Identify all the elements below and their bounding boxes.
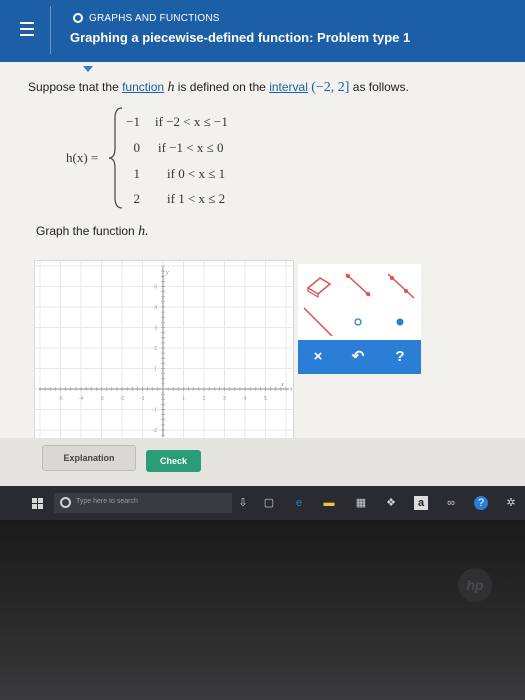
x-tick-label: 2 (203, 396, 206, 402)
help-icon[interactable]: ? (474, 496, 488, 510)
laptop-bezel: hp (0, 520, 525, 700)
x-tick-label: -5 (58, 396, 63, 402)
segment-tool-icon[interactable] (340, 270, 376, 300)
x-tick-label: -3 (99, 396, 104, 402)
problem-statement: Suppose tnat the function h is defined o… (28, 80, 409, 96)
topic-label: GRAPHS AND FUNCTIONS (89, 12, 220, 24)
graph-instruction: Graph the function h. (36, 224, 149, 240)
piece-condition: if −2 < x ≤ −1 (155, 114, 228, 129)
y-tick-label: 1 (154, 367, 157, 373)
x-tick-label: -4 (79, 396, 84, 402)
tools-panel: × ↶ ? (298, 264, 421, 374)
topic-line: GRAPHS AND FUNCTIONS (73, 11, 220, 25)
x-tick-label: 3 (223, 396, 226, 402)
settings-icon[interactable]: ✲ (504, 496, 518, 510)
x-tick-label: 4 (244, 396, 247, 402)
x-tick-label: -1 (140, 396, 145, 402)
piecewise-definition: h(x) = −1 if −2 < x ≤ −1 0 if −1 < x ≤ 0… (60, 107, 320, 210)
infinity-icon[interactable]: ∞ (444, 496, 458, 510)
instruction-var: h. (138, 224, 149, 239)
y-tick-label: 2 (154, 346, 157, 352)
page-title: Graphing a piecewise-defined function: P… (70, 30, 411, 45)
y-tick-label: -1 (153, 408, 158, 414)
amazon-icon[interactable]: a (414, 496, 428, 510)
app-header: GRAPHS AND FUNCTIONS Graphing a piecewis… (0, 0, 525, 62)
piece-value: 1 (133, 166, 141, 181)
y-tick-label: 5 (154, 285, 157, 291)
action-bar: Explanation Check (0, 438, 525, 486)
topic-circle-icon (73, 13, 83, 23)
interval-value: (−2, 2] (311, 80, 350, 95)
closed-point-icon[interactable] (382, 306, 418, 336)
search-placeholder: Type here to search (76, 498, 138, 505)
y-tick-label: 3 (154, 326, 157, 332)
help-button[interactable]: ? (382, 344, 418, 370)
file-explorer-icon[interactable]: ▬ (322, 496, 336, 510)
task-view-icon[interactable]: ▢ (262, 496, 276, 510)
windows-logo-icon[interactable] (32, 498, 44, 510)
piece-condition: if 0 < x ≤ 1 (167, 166, 226, 181)
piece-condition: if −1 < x ≤ 0 (158, 140, 224, 155)
taskbar-search-input[interactable]: Type here to search (54, 493, 232, 513)
clear-button[interactable]: × (300, 344, 336, 370)
cortana-icon (60, 497, 71, 508)
piece-value: 0 (133, 140, 141, 155)
prompt-text: Suppose tnat the (28, 80, 123, 94)
tool-actions: × ↶ ? (298, 340, 421, 374)
prompt-text: is defined on the (174, 80, 270, 94)
line-tool-icon[interactable] (300, 306, 336, 336)
menu-icon[interactable] (10, 16, 40, 44)
chevron-down-icon[interactable] (83, 66, 93, 72)
windows-taskbar: Type here to search ⇩ ▢ e ▬ ▦ ❖ a ∞ ? ✲ (0, 486, 525, 520)
open-point-icon[interactable] (340, 306, 376, 336)
x-axis-label: x (280, 382, 284, 388)
browser-screen: GRAPHS AND FUNCTIONS Graphing a piecewis… (0, 0, 525, 486)
header-divider (50, 6, 51, 54)
graph-canvas[interactable]: -5 -4 -3 -2 -1 1 2 3 4 5 5 4 3 2 1 -1 -2 x y (34, 260, 295, 441)
function-label: h(x) = (66, 150, 99, 165)
edge-icon[interactable]: e (292, 496, 306, 510)
undo-button[interactable]: ↶ (340, 344, 376, 370)
y-tick-label: 4 (154, 305, 157, 311)
x-tick-label: 5 (264, 396, 267, 402)
check-button[interactable]: Check (146, 450, 201, 472)
store-icon[interactable]: ▦ (354, 496, 368, 510)
hp-logo: hp (458, 568, 492, 602)
interval-link[interactable]: interval (269, 80, 308, 94)
eraser-icon[interactable] (300, 270, 336, 300)
dropbox-icon[interactable]: ❖ (384, 496, 398, 510)
piece-value: −1 (126, 114, 140, 129)
function-link[interactable]: function (122, 80, 164, 94)
piece-condition: if 1 < x ≤ 2 (167, 191, 226, 206)
coordinate-grid[interactable]: -5 -4 -3 -2 -1 1 2 3 4 5 5 4 3 2 1 -1 -2 x y (35, 261, 295, 441)
ray-tool-icon[interactable] (382, 270, 418, 300)
instruction-text: Graph the function (36, 224, 139, 238)
x-tick-label: 1 (182, 396, 185, 402)
explanation-button[interactable]: Explanation (42, 445, 136, 471)
piece-value: 2 (133, 191, 141, 206)
x-tick-label: -2 (120, 396, 125, 402)
prompt-text: as follows. (349, 80, 409, 94)
y-axis-label: y (165, 270, 169, 276)
microphone-icon[interactable]: ⇩ (236, 496, 250, 510)
y-tick-label: -2 (153, 428, 158, 434)
